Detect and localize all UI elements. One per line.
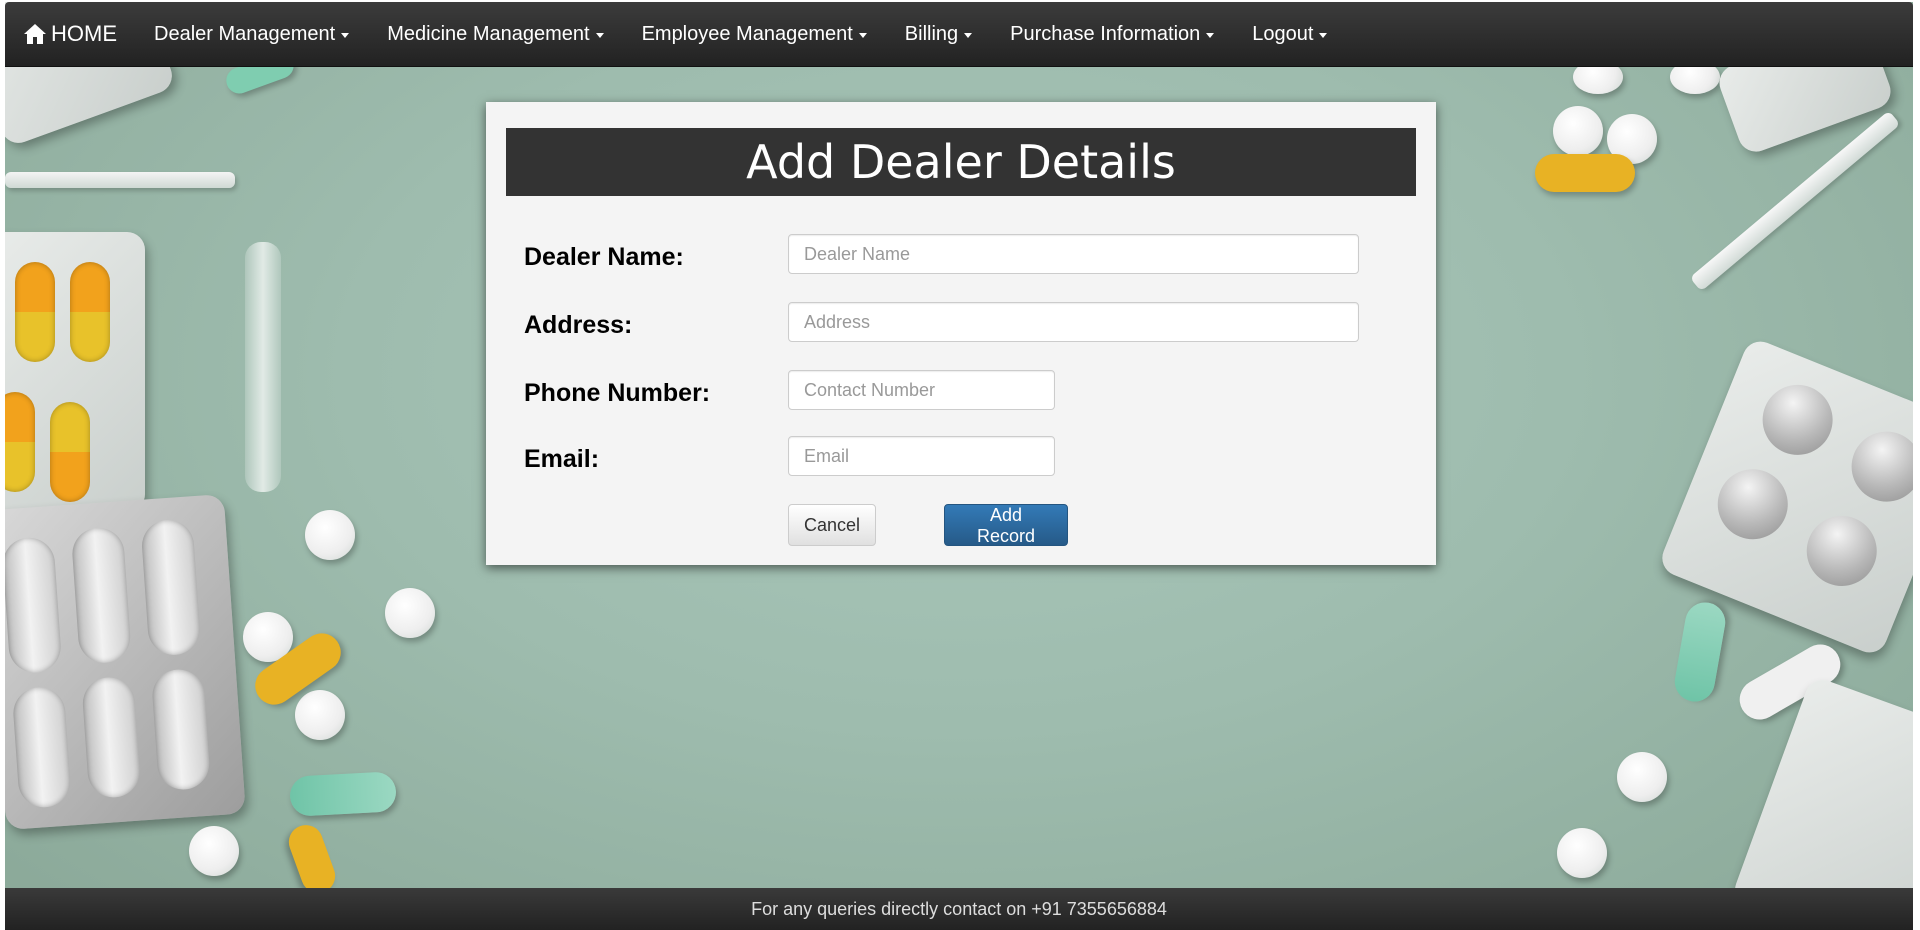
ampoule-image bbox=[245, 242, 281, 492]
blister-pack-image bbox=[5, 494, 246, 830]
syringe-image bbox=[5, 172, 235, 188]
nav-dealer-management-label: Dealer Management bbox=[154, 22, 336, 45]
nav-employee-management[interactable]: Employee Management bbox=[623, 2, 886, 66]
home-icon bbox=[24, 24, 46, 44]
home-link[interactable]: HOME bbox=[5, 21, 135, 47]
caret-down-icon bbox=[964, 33, 973, 38]
nav-logout-label: Logout bbox=[1252, 22, 1314, 45]
footer: For any queries directly contact on +91 … bbox=[5, 888, 1913, 930]
pill-image bbox=[305, 510, 355, 560]
capsule-image bbox=[1671, 599, 1729, 705]
caret-down-icon bbox=[1206, 33, 1215, 38]
nav-logout[interactable]: Logout bbox=[1233, 2, 1346, 66]
capsule-image bbox=[289, 771, 397, 817]
pill-image bbox=[1617, 752, 1667, 802]
pill-image bbox=[1553, 106, 1603, 156]
nav-medicine-management-label: Medicine Management bbox=[387, 22, 590, 45]
top-navbar: HOME Dealer Management Medicine Manageme… bbox=[5, 2, 1913, 67]
nav-medicine-management[interactable]: Medicine Management bbox=[368, 2, 622, 66]
phone-number-label: Phone Number: bbox=[524, 379, 711, 407]
pill-image bbox=[1557, 828, 1607, 878]
nav-purchase-information[interactable]: Purchase Information bbox=[991, 2, 1233, 66]
address-label: Address: bbox=[524, 311, 633, 339]
caret-down-icon bbox=[341, 33, 350, 38]
blister-pack-image bbox=[5, 232, 145, 512]
nav-billing[interactable]: Billing bbox=[886, 2, 991, 66]
nav-billing-label: Billing bbox=[904, 22, 959, 45]
caret-down-icon bbox=[595, 33, 604, 38]
nav-dealer-management[interactable]: Dealer Management bbox=[135, 2, 368, 66]
pill-image bbox=[189, 826, 239, 876]
app-window: HOME Dealer Management Medicine Manageme… bbox=[5, 2, 1913, 930]
nav-purchase-information-label: Purchase Information bbox=[1010, 22, 1201, 45]
pill-image bbox=[295, 690, 345, 740]
caret-down-icon bbox=[858, 33, 867, 38]
footer-contact-text: For any queries directly contact on +91 … bbox=[751, 899, 1167, 919]
form-title: Add Dealer Details bbox=[506, 128, 1416, 196]
address-input[interactable] bbox=[788, 302, 1359, 342]
nav-employee-management-label: Employee Management bbox=[641, 22, 853, 45]
caret-down-icon bbox=[1319, 33, 1328, 38]
add-record-button[interactable]: Add Record bbox=[944, 504, 1068, 546]
dealer-name-input[interactable] bbox=[788, 234, 1359, 274]
dealer-name-label: Dealer Name: bbox=[524, 243, 684, 271]
capsule-image bbox=[1535, 154, 1635, 192]
pill-image bbox=[385, 588, 435, 638]
email-label: Email: bbox=[524, 445, 600, 473]
cancel-button[interactable]: Cancel bbox=[788, 504, 876, 546]
capsule-image bbox=[284, 820, 340, 898]
home-label: HOME bbox=[51, 21, 117, 46]
email-input[interactable] bbox=[788, 436, 1055, 476]
phone-number-input[interactable] bbox=[788, 370, 1055, 410]
add-dealer-form-card: Add Dealer Details Dealer Name: Address:… bbox=[486, 102, 1436, 565]
